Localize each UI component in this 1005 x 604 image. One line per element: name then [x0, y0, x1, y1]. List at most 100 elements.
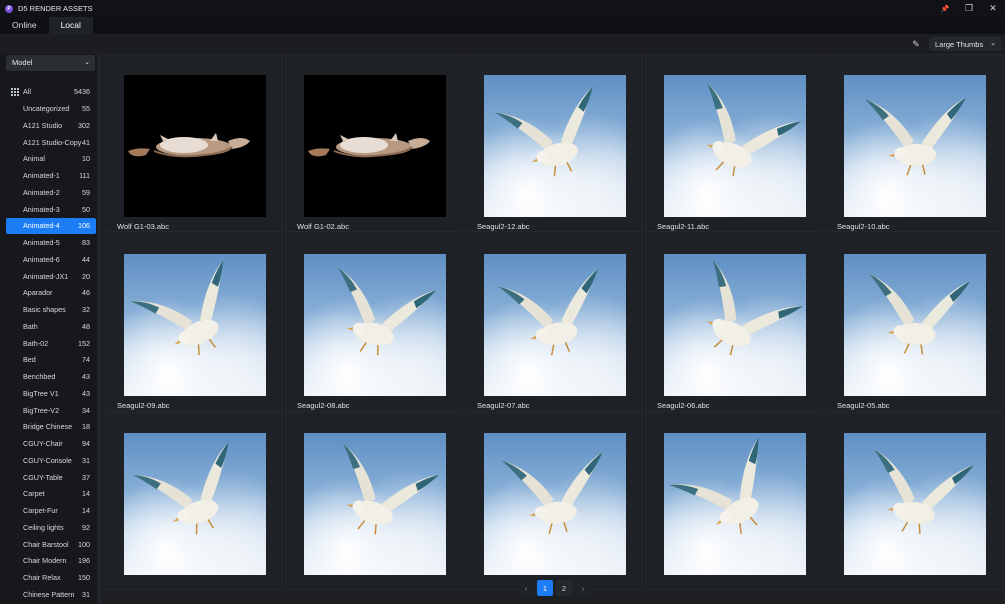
sidebar-item-animated-3[interactable]: Animated-3 50: [6, 201, 96, 217]
asset-thumbnail: [664, 254, 806, 396]
sidebar-item-basic-shapes[interactable]: Basic shapes 32: [6, 302, 96, 318]
tab-online[interactable]: Online: [0, 17, 49, 34]
seagull-thumbnail-art: [494, 86, 593, 177]
sidebar-item-carpet[interactable]: Carpet 14: [6, 486, 96, 502]
sidebar-item-bigtree-v1[interactable]: BigTree V1 43: [6, 386, 96, 402]
page-2-button[interactable]: 2: [556, 580, 572, 596]
edit-icon[interactable]: ✎: [910, 38, 922, 50]
asset-card[interactable]: Seagul2-10.abc: [825, 54, 1003, 232]
category-count: 41: [82, 137, 90, 147]
asset-card[interactable]: Wolf G1-02.abc: [285, 54, 463, 232]
category-count: 55: [82, 104, 90, 114]
sidebar-item-ceiling-lights[interactable]: Ceiling lights 92: [6, 520, 96, 536]
seagull-thumbnail-art: [706, 259, 804, 356]
sidebar-item-bigtree-v2[interactable]: BigTree-V2 34: [6, 402, 96, 418]
asset-card[interactable]: [285, 412, 463, 590]
category-count: 83: [82, 238, 90, 248]
category-label: Animated-5: [23, 238, 60, 248]
category-label: Aparador: [23, 288, 53, 298]
category-label: Bed: [23, 355, 36, 365]
sidebar-item-animated-2[interactable]: Animated-2 59: [6, 185, 96, 201]
chevron-down-icon: ⌄: [990, 40, 996, 47]
asset-card[interactable]: [825, 412, 1003, 590]
sidebar-item-animated-6[interactable]: Animated-6 44: [6, 252, 96, 268]
pin-icon[interactable]: 📌: [933, 0, 957, 17]
seagull-thumbnail-art: [873, 448, 975, 535]
category-label: Ceiling lights: [23, 522, 64, 532]
category-label: Animated-2: [23, 187, 60, 197]
sidebar-item-bath[interactable]: Bath 48: [6, 319, 96, 335]
window-controls: 📌 ❐ ✕: [933, 0, 1005, 17]
sidebar-item-animated-1[interactable]: Animated-1 111: [6, 168, 96, 184]
asset-card[interactable]: Seagul2-07.abc: [465, 233, 643, 411]
close-icon[interactable]: ✕: [981, 0, 1005, 17]
sidebar-item-animated-4[interactable]: Animated-4 106: [6, 218, 96, 234]
seagull-thumbnail-art: [668, 437, 759, 534]
view-mode-select[interactable]: Large Thumbs ⌄: [929, 37, 1001, 51]
asset-card[interactable]: Seagul2-09.abc: [105, 233, 283, 411]
next-page-button[interactable]: ›: [575, 580, 591, 596]
category-label: Animal: [23, 154, 45, 164]
category-label: A121 Studio-Copy: [23, 137, 82, 147]
asset-card[interactable]: Seagul2-12.abc: [465, 54, 643, 232]
seagull-thumbnail-art: [868, 273, 971, 355]
asset-name: Seagul2-08.abc: [297, 401, 350, 410]
seagull-thumbnail-art: [129, 260, 224, 356]
asset-thumbnail: [844, 433, 986, 575]
category-count: 32: [82, 305, 90, 315]
restore-icon[interactable]: ❐: [957, 0, 981, 17]
category-count: 94: [82, 439, 90, 449]
sidebar-item-carpet-fur[interactable]: Carpet-Fur 14: [6, 503, 96, 519]
sidebar-item-chair-modern[interactable]: Chair Modern 196: [6, 553, 96, 569]
sidebar-item-animated-jx1[interactable]: Animated-JX1 20: [6, 268, 96, 284]
sidebar-item-chinese-pattern[interactable]: Chinese Pattern 31: [6, 587, 96, 603]
app-logo: P: [5, 4, 13, 13]
prev-page-button[interactable]: ‹: [518, 580, 534, 596]
sidebar-item-bath-02[interactable]: Bath-02 152: [6, 335, 96, 351]
asset-thumbnail: [304, 433, 446, 575]
asset-card[interactable]: Seagul2-08.abc: [285, 233, 463, 411]
model-filter-select[interactable]: Model ⌄: [6, 55, 95, 71]
sidebar-item-aparador[interactable]: Aparador 46: [6, 285, 96, 301]
sidebar-item-benchbed[interactable]: Benchbed 43: [6, 369, 96, 385]
asset-grid-panel: Wolf G1-03.abc Wolf G1-02.abc Seagul2-12.a…: [101, 54, 1005, 604]
sidebar-item-chair-barstool[interactable]: Chair Barstool 100: [6, 536, 96, 552]
sidebar-item-animal[interactable]: Animal 10: [6, 151, 96, 167]
pagination: ‹ 1 2 ›: [518, 580, 591, 596]
sidebar-item-animated-5[interactable]: Animated-5 83: [6, 235, 96, 251]
category-count: 196: [78, 556, 90, 566]
sidebar-item-chair-relax[interactable]: Chair Relax 150: [6, 570, 96, 586]
category-count: 31: [82, 455, 90, 465]
asset-card[interactable]: [465, 412, 643, 590]
sidebar-item-bridge-chinese[interactable]: Bridge Chinese 18: [6, 419, 96, 435]
seagull-thumbnail-art: [864, 97, 967, 176]
asset-card[interactable]: Seagul2-06.abc: [645, 233, 823, 411]
category-label: Animated-3: [23, 204, 60, 214]
title-bar: P D5 RENDER ASSETS 📌 ❐ ✕: [0, 0, 1005, 17]
sidebar-item-a121-studio[interactable]: A121 Studio 302: [6, 118, 96, 134]
sidebar-item-all[interactable]: All 5436: [6, 84, 96, 100]
seagull-thumbnail-art: [497, 268, 599, 356]
asset-card[interactable]: Seagul2-11.abc: [645, 54, 823, 232]
model-filter-value: Model: [12, 58, 33, 67]
sidebar-item-cguy-chair[interactable]: CGUY-Chair 94: [6, 436, 96, 452]
asset-card[interactable]: [645, 412, 823, 590]
category-label: Animated-4: [23, 221, 60, 231]
sidebar-item-bed[interactable]: Bed 74: [6, 352, 96, 368]
category-count: 152: [78, 338, 90, 348]
asset-card[interactable]: Seagul2-05.abc: [825, 233, 1003, 411]
category-label: Bath: [23, 321, 38, 331]
asset-name: Seagul2-07.abc: [477, 401, 530, 410]
asset-card[interactable]: [105, 412, 283, 590]
sidebar-item-cguy-console[interactable]: CGUY-Console 31: [6, 453, 96, 469]
category-count: 150: [78, 573, 90, 583]
tab-local[interactable]: Local: [48, 17, 93, 34]
sidebar-item-cguy-table[interactable]: CGUY-Table 37: [6, 469, 96, 485]
category-label: CGUY-Console: [23, 455, 72, 465]
category-label: Chair Barstool: [23, 539, 69, 549]
sidebar-item-uncategorized[interactable]: Uncategorized 55: [6, 101, 96, 117]
sidebar-item-a121-studio-copy[interactable]: A121 Studio-Copy 41: [6, 134, 96, 150]
page-1-button[interactable]: 1: [537, 580, 553, 596]
asset-card[interactable]: Wolf G1-03.abc: [105, 54, 283, 232]
category-label: Uncategorized: [23, 104, 70, 114]
